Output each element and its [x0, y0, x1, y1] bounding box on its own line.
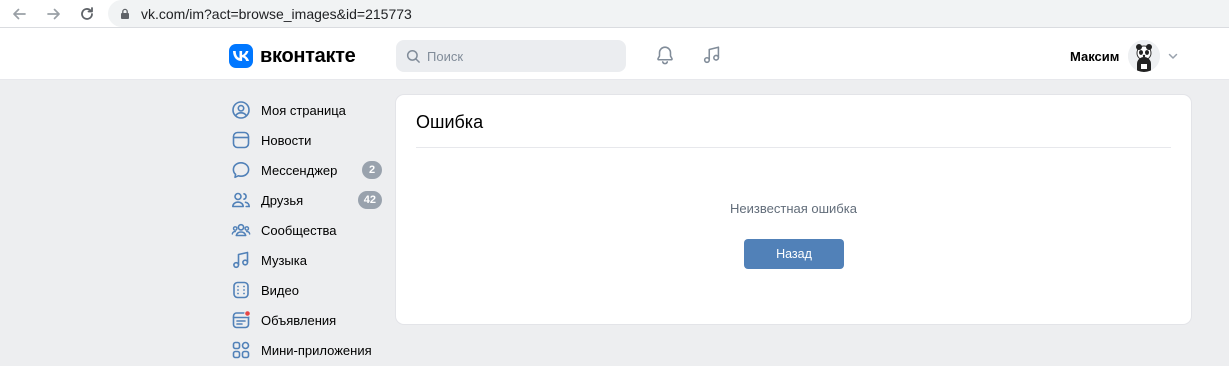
- friends-count-badge: 42: [357, 191, 382, 209]
- back-arrow-icon[interactable]: [8, 3, 30, 25]
- sidebar-item-friends[interactable]: Друзья 42: [229, 185, 386, 215]
- message-bubble-icon: [231, 160, 251, 180]
- forward-arrow-icon[interactable]: [43, 3, 65, 25]
- sidebar-item-label: Друзья: [261, 192, 304, 208]
- sidebar-item-label: Мессенджер: [261, 162, 338, 178]
- logo-text: вконтакте: [260, 44, 356, 67]
- notifications-bell-icon[interactable]: [653, 43, 677, 67]
- sidebar-item-communities[interactable]: Сообщества: [229, 215, 386, 245]
- sidebar-item-my-page[interactable]: Моя страница: [229, 95, 386, 125]
- communities-icon: [231, 220, 251, 240]
- newsfeed-icon: [231, 130, 251, 150]
- error-card: Ошибка Неизвестная ошибка Назад: [396, 95, 1191, 324]
- chevron-down-icon: [1169, 53, 1178, 59]
- title-divider: [416, 147, 1171, 148]
- sidebar-item-mini-apps[interactable]: Мини-приложения: [229, 335, 386, 365]
- video-icon: [231, 280, 251, 300]
- classifieds-icon: [231, 310, 251, 330]
- address-bar[interactable]: vk.com/im?act=browse_images&id=215773: [108, 0, 1229, 27]
- sidebar-item-label: Новости: [261, 132, 312, 148]
- browser-toolbar: vk.com/im?act=browse_images&id=215773: [0, 0, 1229, 28]
- friends-icon: [231, 190, 251, 210]
- messenger-count-badge: 2: [362, 161, 382, 179]
- user-menu[interactable]: Максим: [1070, 40, 1179, 72]
- avatar: [1128, 40, 1161, 72]
- back-button[interactable]: Назад: [744, 239, 844, 269]
- lock-icon: [121, 8, 129, 19]
- user-circle-icon: [231, 100, 251, 120]
- sidebar-item-music[interactable]: Музыка: [229, 245, 386, 275]
- sidebar-item-video[interactable]: Видео: [229, 275, 386, 305]
- site-header: вконтакте Максим: [0, 28, 1229, 80]
- mini-apps-icon: [231, 340, 251, 360]
- search-input[interactable]: [427, 48, 607, 64]
- reload-icon[interactable]: [76, 3, 98, 25]
- error-message: Неизвестная ошибка: [730, 201, 857, 216]
- music-note-icon: [231, 250, 251, 270]
- sidebar-item-label: Моя страница: [261, 102, 346, 118]
- sidebar-item-label: Музыка: [261, 252, 307, 268]
- page-title: Ошибка: [416, 112, 484, 132]
- user-name: Максим: [1070, 48, 1120, 64]
- search-icon: [406, 49, 420, 63]
- sidebar-item-classifieds[interactable]: Объявления: [229, 305, 386, 335]
- side-menu: Моя страница Новости Мессенджер 2 Друзья…: [229, 95, 386, 365]
- sidebar-item-news[interactable]: Новости: [229, 125, 386, 155]
- vk-logo-icon: [229, 44, 253, 68]
- url-text: vk.com/im?act=browse_images&id=215773: [141, 5, 412, 22]
- sidebar-item-label: Сообщества: [261, 222, 337, 238]
- music-icon[interactable]: [700, 43, 724, 67]
- sidebar-item-label: Мини-приложения: [261, 342, 372, 358]
- sidebar-item-messenger[interactable]: Мессенджер 2: [229, 155, 386, 185]
- sidebar-item-label: Видео: [261, 282, 299, 298]
- vk-logo[interactable]: вконтакте: [229, 44, 356, 68]
- search-box[interactable]: [396, 40, 626, 72]
- sidebar-item-label: Объявления: [261, 312, 337, 328]
